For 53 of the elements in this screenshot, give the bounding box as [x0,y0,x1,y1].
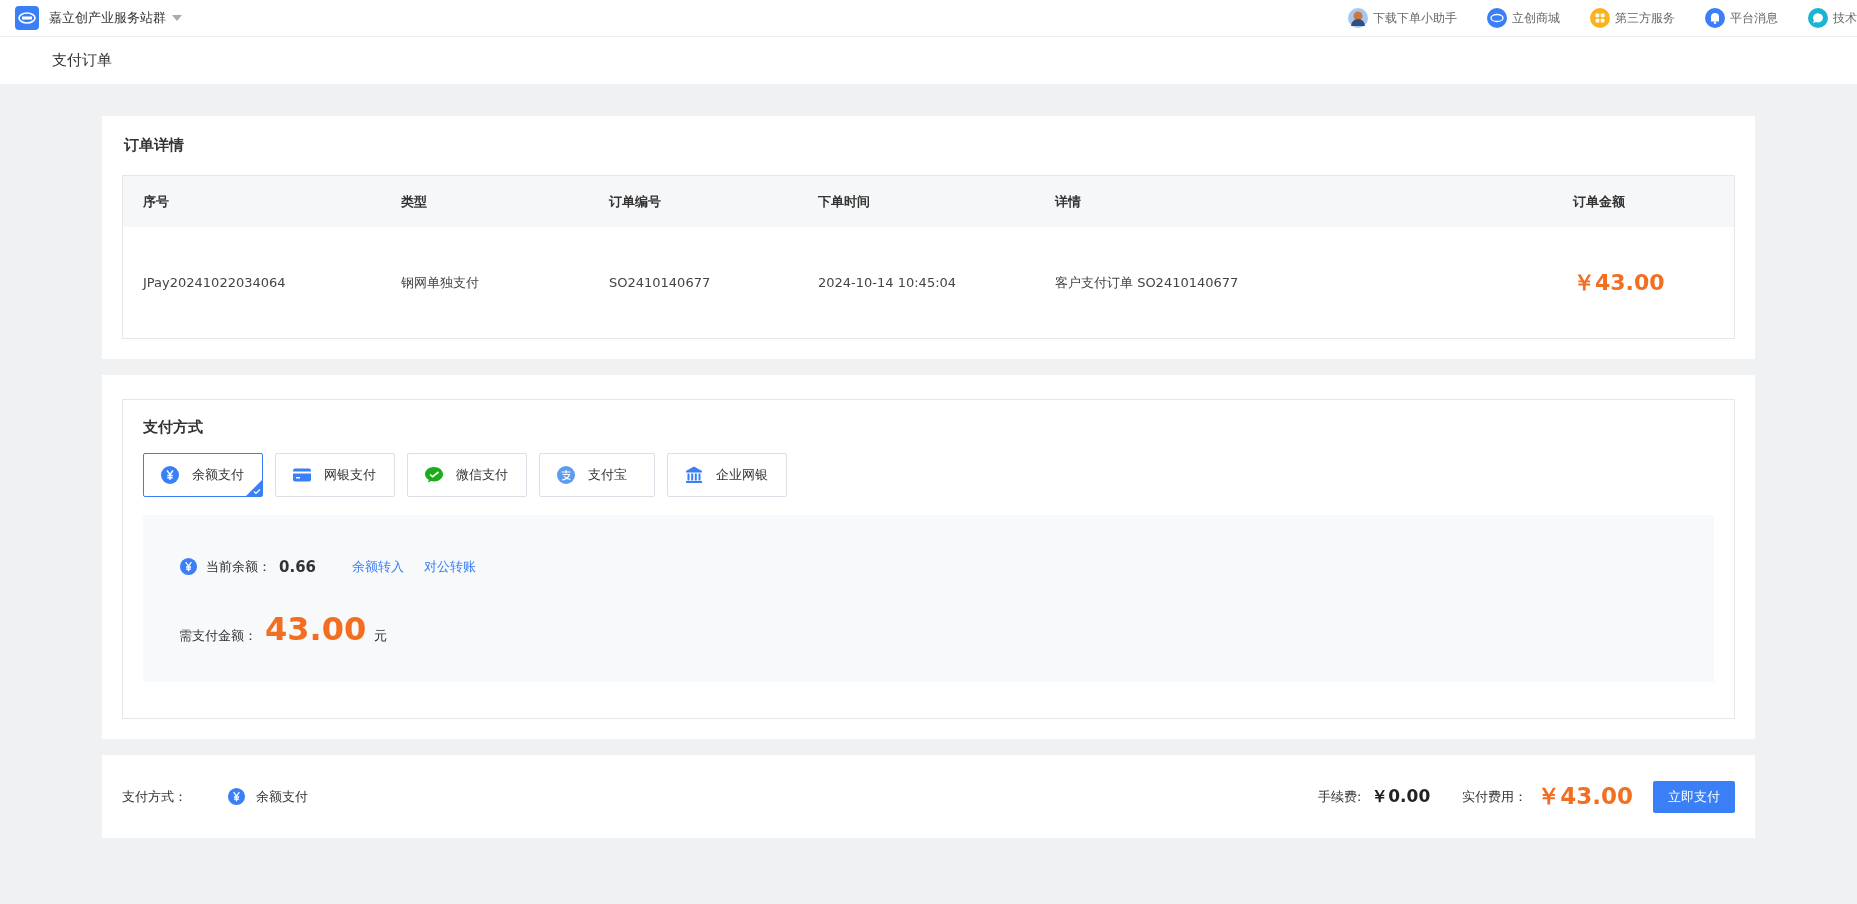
payment-method-option[interactable]: 微信支付 [407,453,527,497]
balance-label: 当前余额： [206,557,271,576]
fee-value: ￥0.00 [1371,785,1431,808]
logo-icon[interactable] [15,6,39,30]
yen-icon [227,787,246,806]
payment-method-option[interactable]: 余额支付 [143,453,263,497]
page-title: 支付订单 [52,51,112,70]
topbar-link[interactable]: 下载下单小助手 [1373,9,1457,27]
topbar-link[interactable]: 第三方服务 [1615,9,1675,27]
chat-icon[interactable] [1808,8,1828,28]
section-title: 支付方式 [143,418,204,437]
due-amount: 43.00 [265,610,367,648]
avatar-icon[interactable] [1348,8,1368,28]
method-label: 支付方式： [122,787,187,806]
table-cell: 2024-10-14 10:45:04 [818,275,957,290]
total-amount: ￥43.00 [1537,782,1633,811]
topbar-link[interactable]: 平台消息 [1730,9,1778,27]
balance-link[interactable]: 余额转入 [352,557,404,576]
column-header: 下单时间 [818,193,870,209]
due-label: 需支付金额： [179,627,257,645]
yen-icon [179,557,198,576]
caret-icon[interactable] [172,15,182,21]
column-header: 订单金额 [1573,193,1625,209]
column-header: 详情 [1055,193,1081,209]
payment-method-option[interactable]: 网银支付 [275,453,395,497]
chat-bubble-icon [424,465,444,485]
globe-icon[interactable] [1487,8,1507,28]
selected-method: 余额支付 [256,787,308,806]
balance-value: 0.66 [279,557,316,576]
yen-icon [160,465,180,485]
site-switcher[interactable]: 嘉立创产业服务站群 [49,9,166,27]
check-corner-icon [246,480,262,496]
topbar-link[interactable]: 立创商城 [1512,9,1560,27]
alipay-icon [556,465,576,485]
bell-icon[interactable] [1705,8,1725,28]
section-title: 订单详情 [122,135,185,156]
table-cell: 客户支付订单 SO2410140677 [1055,274,1239,290]
table-cell: SO2410140677 [609,275,711,290]
column-header: 序号 [143,193,169,209]
topbar-link[interactable]: 技术 [1833,9,1857,27]
payment-method-option[interactable]: 支付宝 [539,453,655,497]
table-cell: JPay20241022034064 [143,275,286,290]
order-amount: ￥43.00 [1573,269,1665,295]
column-header: 类型 [401,193,427,209]
table-cell: 钢网单独支付 [401,274,479,290]
currency-unit: 元 [374,627,388,645]
bank-icon [684,465,704,485]
pay-now-button[interactable]: 立即支付 [1653,780,1735,813]
payment-method-option[interactable]: 企业网银 [667,453,787,497]
balance-link[interactable]: 对公转账 [424,557,476,576]
column-header: 订单编号 [609,193,661,209]
fee-label: 手续费: [1317,787,1362,806]
total-label: 实付费用： [1462,787,1528,806]
